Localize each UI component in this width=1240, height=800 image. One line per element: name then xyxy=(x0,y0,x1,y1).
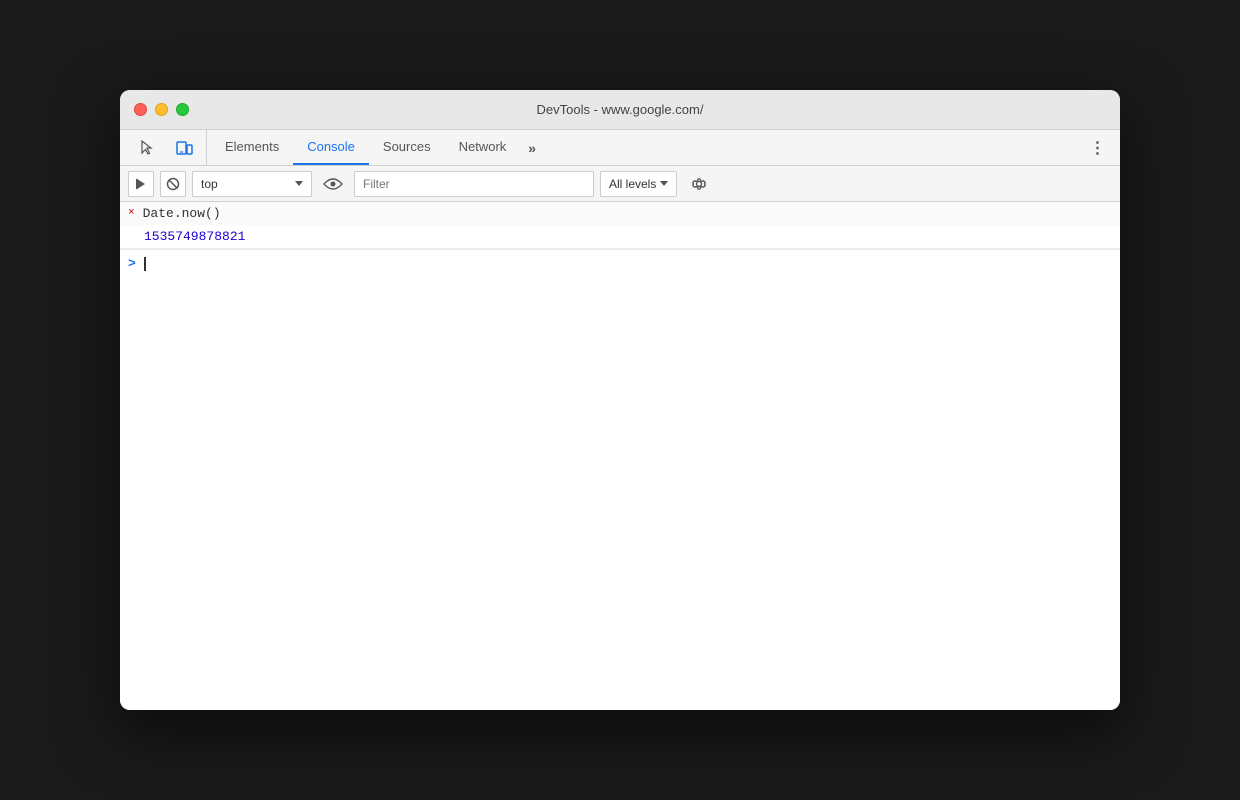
device-icon xyxy=(175,139,193,157)
log-levels-selector[interactable]: All levels xyxy=(600,171,677,197)
inspect-element-button[interactable] xyxy=(134,134,162,162)
console-settings-button[interactable] xyxy=(685,171,713,197)
watch-expressions-button[interactable] xyxy=(318,171,348,197)
devtools-window: DevTools - www.google.com/ Elements xyxy=(120,90,1120,710)
tab-console[interactable]: Console xyxy=(293,130,369,165)
gear-icon xyxy=(691,176,707,192)
console-entry-input: × Date.now() 1535749878821 xyxy=(120,202,1120,249)
context-chevron-icon xyxy=(295,181,303,186)
execute-button[interactable] xyxy=(128,171,154,197)
play-icon xyxy=(135,178,147,190)
tab-sources[interactable]: Sources xyxy=(369,130,445,165)
maximize-button[interactable] xyxy=(176,103,189,116)
filter-input[interactable] xyxy=(354,171,594,197)
console-output-value: 1535749878821 xyxy=(144,229,245,244)
tab-network[interactable]: Network xyxy=(445,130,521,165)
devtools-menu-button[interactable]: ⋮ xyxy=(1082,130,1114,165)
tab-spacer xyxy=(544,130,1082,165)
levels-label: All levels xyxy=(609,177,656,191)
tab-bar: Elements Console Sources Network » ⋮ xyxy=(120,130,1120,166)
tab-icons xyxy=(126,130,207,165)
cursor-icon xyxy=(139,139,157,157)
prompt-arrow-icon: > xyxy=(128,256,136,271)
traffic-lights xyxy=(134,103,189,116)
window-title: DevTools - www.google.com/ xyxy=(537,102,704,117)
minimize-button[interactable] xyxy=(155,103,168,116)
title-bar: DevTools - www.google.com/ xyxy=(120,90,1120,130)
levels-chevron-icon xyxy=(660,181,668,186)
clear-console-button[interactable] xyxy=(160,171,186,197)
tab-more-button[interactable]: » xyxy=(520,130,544,165)
close-button[interactable] xyxy=(134,103,147,116)
console-output: × Date.now() 1535749878821 > xyxy=(120,202,1120,710)
tab-elements[interactable]: Elements xyxy=(211,130,293,165)
error-marker-icon: × xyxy=(128,207,135,219)
console-prompt-area[interactable]: > xyxy=(120,249,1120,277)
device-toolbar-button[interactable] xyxy=(170,134,198,162)
console-toolbar: top All levels xyxy=(120,166,1120,202)
context-selector[interactable]: top xyxy=(192,171,312,197)
prompt-cursor xyxy=(144,257,146,271)
context-value: top xyxy=(201,177,218,191)
no-circle-icon xyxy=(166,177,180,191)
console-input-line: × Date.now() xyxy=(120,202,1120,225)
eye-icon xyxy=(323,177,343,191)
console-input-text: Date.now() xyxy=(143,206,221,221)
console-output-line: 1535749878821 xyxy=(120,225,1120,248)
